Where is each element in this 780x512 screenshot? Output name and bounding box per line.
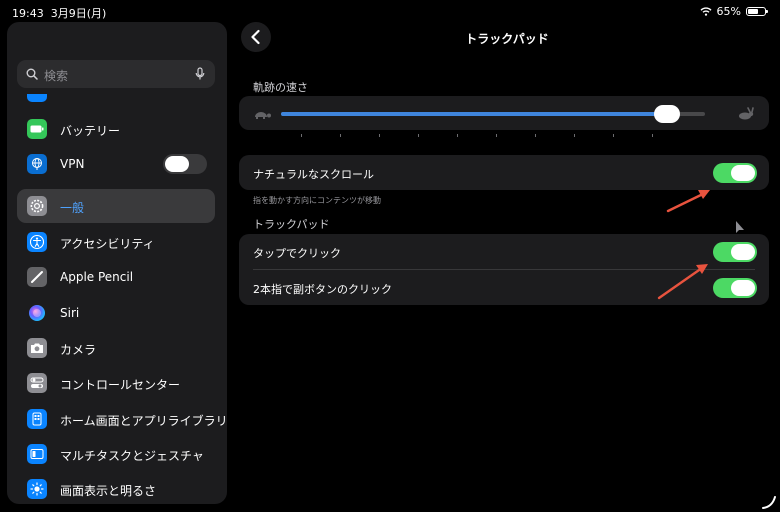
annotation-arrow — [657, 264, 708, 300]
corner-indicator-icon — [762, 496, 776, 509]
annotation-layer — [657, 190, 776, 509]
annotation-arrow — [666, 190, 710, 213]
pointer-cursor-icon — [736, 221, 744, 233]
